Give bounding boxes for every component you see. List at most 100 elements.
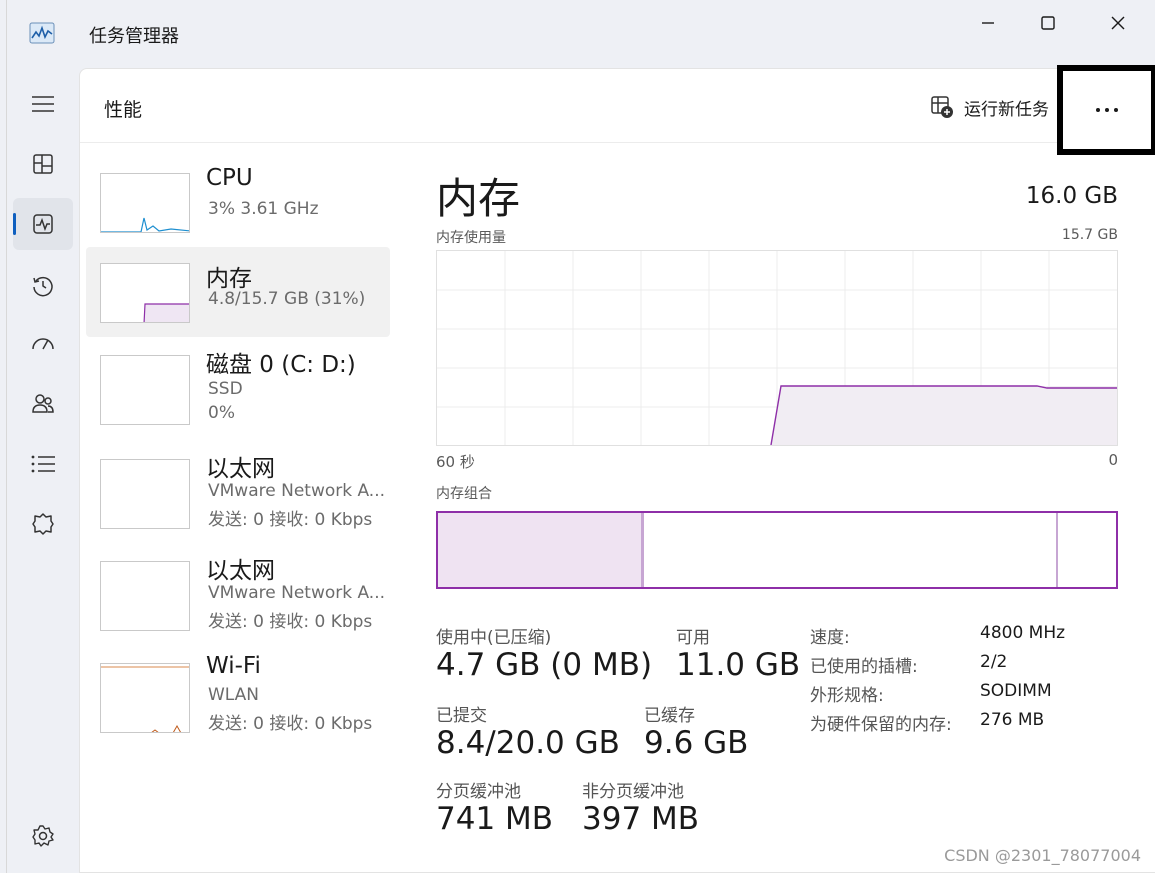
memory-composition-bar bbox=[436, 511, 1118, 589]
composition-free bbox=[1058, 513, 1116, 587]
list-item-line1: 3% 3.61 GHz bbox=[208, 199, 319, 219]
axis-right-label: 0 bbox=[1108, 451, 1118, 469]
main-panel: 性能 运行新任务 CPU 3% 3.61 GHz 内存 4.8/15.7 GB … bbox=[79, 65, 1155, 873]
watermark: CSDN @2301_78077004 bbox=[944, 846, 1141, 865]
list-item-name: 以太网 bbox=[206, 456, 275, 482]
task-manager-app-icon bbox=[29, 22, 55, 44]
nonpaged-pool-label: 非分页缓冲池 bbox=[582, 782, 684, 802]
cached-label: 已缓存 bbox=[644, 706, 695, 726]
available-value: 11.0 GB bbox=[676, 647, 801, 683]
page-header: 性能 运行新任务 bbox=[80, 65, 1155, 155]
run-new-task-label: 运行新任务 bbox=[964, 99, 1049, 120]
cpu-thumbnail-graph bbox=[100, 173, 190, 233]
list-item-line2: 发送: 0 接收: 0 Kbps bbox=[208, 714, 373, 734]
nav-users[interactable] bbox=[13, 378, 73, 430]
list-item-ethernet-1[interactable]: 以太网 VMware Network A... 发送: 0 接收: 0 Kbps bbox=[86, 453, 390, 543]
minimize-icon bbox=[982, 22, 994, 24]
spec-label: 为硬件保留的内存: bbox=[810, 715, 952, 735]
nav-app-history[interactable] bbox=[13, 260, 73, 312]
disk-thumbnail-graph bbox=[100, 355, 190, 425]
more-options-icon bbox=[1096, 108, 1118, 112]
page-title: 性能 bbox=[104, 99, 143, 121]
ethernet-thumbnail-graph bbox=[100, 459, 190, 529]
hamburger-menu-icon bbox=[32, 96, 54, 112]
spec-value: 276 MB bbox=[980, 710, 1045, 730]
available-label: 可用 bbox=[676, 628, 710, 648]
usage-graph-max: 15.7 GB bbox=[1061, 227, 1118, 243]
nav-performance[interactable] bbox=[13, 198, 73, 250]
more-options-button[interactable] bbox=[1057, 65, 1155, 155]
maximize-button[interactable] bbox=[1025, 8, 1071, 38]
paged-pool-label: 分页缓冲池 bbox=[436, 782, 521, 802]
list-item-cpu[interactable]: CPU 3% 3.61 GHz bbox=[86, 165, 390, 259]
in-use-label: 使用中(已压缩) bbox=[436, 628, 552, 648]
memory-thumbnail-graph bbox=[100, 263, 190, 323]
spec-label: 速度: bbox=[810, 628, 850, 648]
nonpaged-pool-value: 397 MB bbox=[582, 801, 700, 837]
title-bar: 任务管理器 bbox=[7, 0, 1155, 66]
list-item-ethernet-2[interactable]: 以太网 VMware Network A... 发送: 0 接收: 0 Kbps bbox=[86, 555, 390, 645]
list-item-line1: VMware Network A... bbox=[208, 481, 386, 501]
services-icon bbox=[32, 513, 54, 535]
list-item-line2: 发送: 0 接收: 0 Kbps bbox=[208, 612, 373, 632]
close-icon bbox=[1111, 16, 1125, 30]
axis-left-label: 60 秒 bbox=[436, 453, 475, 471]
users-icon bbox=[32, 394, 54, 413]
spec-value: SODIMM bbox=[980, 681, 1052, 701]
close-button[interactable] bbox=[1095, 8, 1141, 38]
nav-processes[interactable] bbox=[13, 138, 73, 190]
nav-startup-apps[interactable] bbox=[13, 318, 73, 370]
memory-usage-chart bbox=[437, 251, 1117, 446]
list-item-line1: VMware Network A... bbox=[208, 583, 386, 603]
minimize-button[interactable] bbox=[965, 8, 1011, 38]
list-item-line1: SSD bbox=[208, 379, 243, 399]
committed-label: 已提交 bbox=[436, 706, 487, 726]
nav-details[interactable] bbox=[13, 438, 73, 490]
spec-value: 2/2 bbox=[980, 652, 1008, 672]
performance-icon bbox=[33, 214, 53, 234]
navigation-sidebar bbox=[7, 66, 79, 873]
startup-apps-icon bbox=[32, 338, 54, 350]
spec-label: 已使用的插槽: bbox=[810, 657, 918, 677]
detail-title: 内存 bbox=[436, 174, 521, 223]
list-item-line2: 0% bbox=[208, 403, 235, 423]
memory-total: 16.0 GB bbox=[1025, 183, 1118, 209]
list-item-name: CPU bbox=[206, 165, 253, 191]
processes-icon bbox=[33, 154, 53, 174]
settings-icon bbox=[32, 825, 54, 847]
run-new-task-icon bbox=[931, 96, 953, 118]
nav-services[interactable] bbox=[13, 498, 73, 550]
paged-pool-value: 741 MB bbox=[436, 801, 554, 837]
composition-modified-standby bbox=[644, 513, 1058, 587]
app-history-icon bbox=[33, 276, 53, 297]
spec-label: 外形规格: bbox=[810, 686, 884, 706]
window-title: 任务管理器 bbox=[89, 26, 179, 47]
active-indicator bbox=[13, 213, 16, 235]
list-item-line1: WLAN bbox=[208, 685, 260, 705]
run-new-task-button[interactable]: 运行新任务 bbox=[930, 93, 1049, 121]
spec-value: 4800 MHz bbox=[980, 623, 1066, 643]
list-item-memory[interactable]: 内存 4.8/15.7 GB (31%) bbox=[86, 247, 390, 337]
cached-value: 9.6 GB bbox=[644, 725, 749, 761]
list-item-name: 以太网 bbox=[206, 558, 275, 584]
list-item-wifi[interactable]: Wi-Fi WLAN 发送: 0 接收: 0 Kbps bbox=[86, 653, 390, 747]
memory-usage-graph bbox=[436, 250, 1118, 446]
list-item-name: 内存 bbox=[206, 266, 252, 292]
in-use-value: 4.7 GB (0 MB) bbox=[436, 647, 653, 683]
hamburger-menu-button[interactable] bbox=[13, 78, 73, 130]
usage-graph-label: 内存使用量 bbox=[436, 230, 506, 246]
list-item-line1: 4.8/15.7 GB (31%) bbox=[208, 289, 366, 309]
list-item-disk[interactable]: 磁盘 0 (C: D:) SSD 0% bbox=[86, 349, 390, 439]
maximize-icon bbox=[1041, 16, 1055, 30]
list-item-line2: 发送: 0 接收: 0 Kbps bbox=[208, 510, 373, 530]
ethernet-thumbnail-graph bbox=[100, 561, 190, 631]
composition-label: 内存组合 bbox=[436, 486, 492, 502]
list-item-name: 磁盘 0 (C: D:) bbox=[206, 352, 356, 378]
task-manager-window: 任务管理器 性能 运行新任务 CPU 3% 3.61 GHz 内存 4.8/15… bbox=[6, 0, 1155, 873]
wifi-thumbnail-graph bbox=[100, 663, 190, 733]
composition-in-use bbox=[438, 513, 644, 587]
committed-value: 8.4/20.0 GB bbox=[436, 725, 620, 761]
details-icon bbox=[31, 455, 55, 473]
list-item-name: Wi-Fi bbox=[206, 653, 261, 679]
nav-settings[interactable] bbox=[13, 810, 73, 862]
